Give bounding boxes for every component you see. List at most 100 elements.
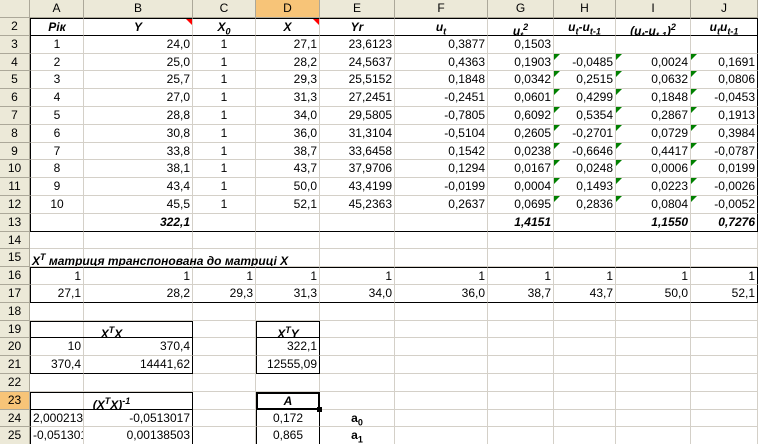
data-cell-r4-cc[interactable]: 1 (193, 54, 256, 71)
data-cell-r6-cb[interactable]: 27,0 (84, 89, 193, 107)
transpose-r1-cf[interactable]: 1 (395, 267, 488, 285)
grid-cell[interactable] (554, 410, 616, 427)
header-year[interactable]: Рік (30, 18, 84, 36)
data-cell-r6-cd[interactable]: 31,3 (256, 89, 320, 107)
row-header-3[interactable]: 3 (0, 36, 30, 54)
grid-cell[interactable] (488, 321, 554, 338)
data-cell-r9-cc[interactable]: 1 (193, 143, 256, 160)
row-header-23[interactable]: 23 (0, 392, 30, 410)
column-header-b[interactable]: B (84, 0, 193, 18)
row-header-14[interactable]: 14 (0, 232, 30, 249)
header-uu[interactable]: utut-1 (691, 18, 758, 36)
row-header-9[interactable]: 9 (0, 143, 30, 160)
grid-cell[interactable] (488, 232, 554, 249)
data-cell-r5-cj[interactable]: 0,0806 (691, 71, 758, 89)
data-cell-r8-cg[interactable]: 0,2605 (488, 125, 554, 143)
grid-cell[interactable] (193, 303, 256, 321)
data-cell-r6-cj[interactable]: -0,0453 (691, 89, 758, 107)
data-cell-r11-cg[interactable]: 0,0004 (488, 178, 554, 196)
grid-cell[interactable] (616, 374, 691, 392)
data-cell-r8-cb[interactable]: 30,8 (84, 125, 193, 143)
grid-cell[interactable] (691, 321, 758, 338)
grid-cell[interactable] (554, 374, 616, 392)
a-label-cell[interactable]: A (256, 392, 320, 410)
transpose-r2-ci[interactable]: 50,0 (616, 285, 691, 303)
row-header-10[interactable]: 10 (0, 160, 30, 178)
coef-label-a1[interactable]: a1 (320, 427, 395, 444)
header-x[interactable]: X (256, 18, 320, 36)
column-header-e[interactable]: E (320, 0, 395, 18)
data-cell-r6-cc[interactable]: 1 (193, 89, 256, 107)
grid-cell[interactable] (691, 232, 758, 249)
data-cell-r12-cf[interactable]: 0,2637 (395, 196, 488, 214)
column-header-f[interactable]: F (395, 0, 488, 18)
data-cell-r11-ch[interactable]: 0,1493 (554, 178, 616, 196)
header-u[interactable]: ut (395, 18, 488, 36)
data-cell-r5-cf[interactable]: 0,1848 (395, 71, 488, 89)
grid-cell[interactable] (554, 356, 616, 374)
row-header-12[interactable]: 12 (0, 196, 30, 214)
data-cell-r8-ch[interactable]: -0,2701 (554, 125, 616, 143)
row-header-7[interactable]: 7 (0, 107, 30, 125)
grid-cell[interactable] (395, 338, 488, 356)
data-cell-r6-cf[interactable]: -0,2451 (395, 89, 488, 107)
total-cell-i[interactable]: 1,1550 (616, 214, 691, 232)
data-cell-r11-cd[interactable]: 50,0 (256, 178, 320, 196)
data-cell-r11-cb[interactable]: 43,4 (84, 178, 193, 196)
fill-handle[interactable] (317, 407, 322, 412)
data-cell-r5-ce[interactable]: 25,5152 (320, 71, 395, 89)
column-header-a[interactable]: A (30, 0, 84, 18)
grid-cell[interactable] (395, 410, 488, 427)
data-cell-r9-cd[interactable]: 38,7 (256, 143, 320, 160)
data-cell-r8-cc[interactable]: 1 (193, 125, 256, 143)
transpose-r1-ce[interactable]: 1 (320, 267, 395, 285)
header-u2[interactable]: ut2 (488, 18, 554, 36)
data-cell-r4-cb[interactable]: 25,0 (84, 54, 193, 71)
total-cell-f[interactable] (395, 214, 488, 232)
grid-cell[interactable] (395, 356, 488, 374)
grid-cell[interactable] (320, 356, 395, 374)
data-cell-r3-cc[interactable]: 1 (193, 36, 256, 54)
total-cell-h[interactable] (554, 214, 616, 232)
data-cell-r10-cf[interactable]: 0,1294 (395, 160, 488, 178)
row-header-15[interactable]: 15 (0, 249, 30, 267)
grid-cell[interactable] (554, 232, 616, 249)
grid-cell[interactable] (488, 410, 554, 427)
grid-cell[interactable] (554, 303, 616, 321)
data-cell-r4-ch[interactable]: -0,0485 (554, 54, 616, 71)
data-cell-r3-ch[interactable] (554, 36, 616, 54)
grid-cell[interactable] (193, 232, 256, 249)
column-header-h[interactable]: H (554, 0, 616, 18)
data-cell-r9-cf[interactable]: 0,1542 (395, 143, 488, 160)
data-cell-r9-ch[interactable]: -0,6646 (554, 143, 616, 160)
grid-cell[interactable] (193, 321, 256, 338)
data-cell-r8-cf[interactable]: -0,5104 (395, 125, 488, 143)
data-cell-r5-cd[interactable]: 29,3 (256, 71, 320, 89)
data-cell-r12-ce[interactable]: 45,2363 (320, 196, 395, 214)
row-header-4[interactable]: 4 (0, 54, 30, 71)
data-cell-r11-cf[interactable]: -0,0199 (395, 178, 488, 196)
data-cell-r12-cd[interactable]: 52,1 (256, 196, 320, 214)
grid-cell[interactable] (616, 392, 691, 410)
grid-cell[interactable] (616, 303, 691, 321)
data-cell-r3-ci[interactable] (616, 36, 691, 54)
transpose-r1-cg[interactable]: 1 (488, 267, 554, 285)
xty-value[interactable]: 12555,09 (256, 356, 320, 374)
data-cell-r10-cc[interactable]: 1 (193, 160, 256, 178)
row-header-22[interactable]: 22 (0, 374, 30, 392)
data-cell-r7-cg[interactable]: 0,6092 (488, 107, 554, 125)
data-cell-r9-ci[interactable]: 0,4417 (616, 143, 691, 160)
row-header-16[interactable]: 16 (0, 267, 30, 285)
grid-cell[interactable] (488, 374, 554, 392)
data-cell-r7-cj[interactable]: 0,1913 (691, 107, 758, 125)
row-header-25[interactable]: 25 (0, 427, 30, 444)
grid-cell[interactable] (616, 427, 691, 444)
grid-cell[interactable] (395, 427, 488, 444)
header-yr[interactable]: Yr (320, 18, 395, 36)
coef-label-a0[interactable]: a0 (320, 410, 395, 427)
data-cell-r3-cb[interactable]: 24,0 (84, 36, 193, 54)
grid-cell[interactable] (488, 303, 554, 321)
grid-cell[interactable] (193, 410, 256, 427)
data-cell-r11-cj[interactable]: -0,0026 (691, 178, 758, 196)
data-cell-r7-ch[interactable]: 0,5354 (554, 107, 616, 125)
